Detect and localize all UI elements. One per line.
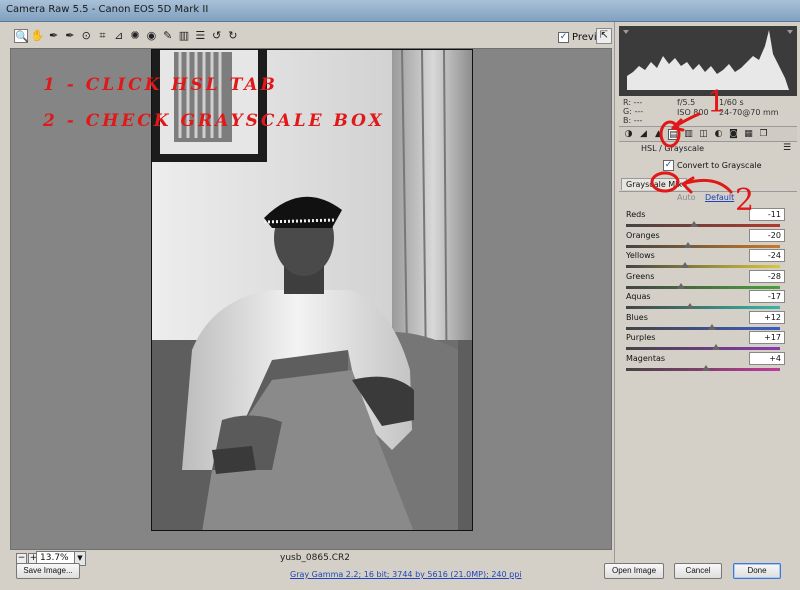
- color-sampler-tool[interactable]: ✒: [63, 29, 77, 43]
- slider-track[interactable]: [626, 265, 780, 268]
- exif-shutter: 1/60 s: [719, 98, 744, 107]
- readout-r: R: ---: [623, 98, 643, 107]
- spot-removal-tool[interactable]: ✺: [128, 29, 142, 43]
- readout-g: G: ---: [623, 107, 644, 116]
- annotation-step-1: 1 - CLICK HSL TAB: [43, 75, 278, 95]
- zoom-tool[interactable]: 🔍: [14, 29, 29, 43]
- slider-track[interactable]: [626, 285, 780, 289]
- convert-to-grayscale-checkbox[interactable]: ✓: [663, 160, 674, 171]
- slider-magentas: Magentas +4: [623, 351, 795, 374]
- detail-tab-icon[interactable]: ▲: [653, 129, 664, 140]
- slider-yellows: Yellows -24: [623, 249, 795, 271]
- slider-thumb[interactable]: [683, 241, 692, 248]
- slider-track[interactable]: [626, 326, 780, 330]
- slider-label: Purples: [626, 333, 656, 342]
- effects-tab-icon[interactable]: ◐: [713, 129, 724, 140]
- slider-track[interactable]: [626, 244, 780, 248]
- window-title: Camera Raw 5.5 - Canon EOS 5D Mark II: [6, 4, 209, 15]
- slider-label: Oranges: [626, 230, 660, 240]
- panel-tab-strip: ◑ ◢ ▲ ▤ ▥ ◫ ◐ ◙ ▦ ❐: [619, 126, 797, 142]
- image-canvas[interactable]: 1 - CLICK HSL TAB 2 - CHECK GRAYSCALE BO…: [10, 48, 612, 550]
- tone-curve-tab-icon[interactable]: ◢: [638, 129, 649, 140]
- slider-thumb[interactable]: [712, 344, 721, 350]
- slider-value-input[interactable]: +17: [749, 331, 785, 344]
- slider-value-input[interactable]: +12: [749, 310, 785, 324]
- slider-track[interactable]: [626, 224, 780, 227]
- camera-calibration-tab-icon[interactable]: ◙: [728, 129, 739, 140]
- slider-reds: Reds -11: [623, 208, 795, 230]
- slider-label: Aquas: [626, 292, 651, 301]
- zoom-level-value: 13.7%: [40, 553, 69, 563]
- preferences-tool[interactable]: ☰: [193, 29, 207, 43]
- snapshots-tab-icon[interactable]: ❐: [758, 129, 769, 140]
- targeted-adjustment-tool[interactable]: ⊙: [79, 29, 93, 43]
- slider-thumb[interactable]: [680, 262, 689, 268]
- presets-tab-icon[interactable]: ▦: [743, 129, 754, 140]
- slider-blues: Blues +12: [623, 310, 795, 333]
- convert-to-grayscale-label: Convert to Grayscale: [677, 161, 762, 170]
- slider-thumb[interactable]: [689, 221, 698, 227]
- exif-aperture: f/5.5: [677, 98, 696, 107]
- panel-menu-icon[interactable]: ☰: [783, 143, 791, 153]
- slider-thumb[interactable]: [708, 323, 717, 330]
- exif-iso: ISO 800: [677, 108, 709, 117]
- slider-value-input[interactable]: -28: [749, 269, 785, 283]
- workflow-options-link[interactable]: Gray Gamma 2.2; 16 bit; 3744 by 5616 (21…: [290, 570, 522, 579]
- slider-aquas: Aquas -17: [623, 290, 795, 312]
- slider-greens: Greens -28: [623, 269, 795, 292]
- slider-label: Greens: [626, 271, 655, 281]
- basic-tab-icon[interactable]: ◑: [623, 129, 634, 140]
- slider-value-input[interactable]: -17: [749, 290, 785, 303]
- white-balance-tool[interactable]: ✒: [47, 29, 61, 43]
- readout-b: B: ---: [623, 116, 643, 125]
- split-toning-tab-icon[interactable]: ▥: [683, 129, 694, 140]
- slider-label: Reds: [626, 210, 646, 219]
- auto-link[interactable]: Auto: [677, 193, 696, 202]
- exif-lens: 24-70@70 mm: [719, 108, 779, 117]
- toolbar: ✓ Preview ⇱ 🔍 ✋ ✒ ✒ ⊙ ⌗ ⊿ ✺ ◉ ✎ ▥ ☰ ↺ ↻: [10, 26, 612, 48]
- slider-thumb[interactable]: [685, 303, 694, 309]
- crop-tool[interactable]: ⌗: [96, 29, 110, 43]
- zoom-bar: − + 13.7% ▼ yusb_0865.CR2: [10, 550, 612, 570]
- preview-checkbox[interactable]: ✓: [558, 31, 569, 43]
- slider-value-input[interactable]: +4: [749, 351, 785, 365]
- slider-track[interactable]: [626, 306, 780, 309]
- slider-purples: Purples +17: [623, 331, 795, 353]
- slider-track[interactable]: [626, 347, 780, 350]
- adjustment-brush-tool[interactable]: ✎: [161, 29, 175, 43]
- histogram: [619, 26, 797, 96]
- cancel-button[interactable]: Cancel: [674, 563, 722, 579]
- slider-oranges: Oranges -20: [623, 228, 795, 251]
- title-bar: Camera Raw 5.5 - Canon EOS 5D Mark II: [0, 0, 800, 22]
- grayscale-mix-subtab-strip: Grayscale Mix: [619, 178, 797, 192]
- hand-tool[interactable]: ✋: [30, 29, 44, 43]
- file-name: yusb_0865.CR2: [280, 553, 350, 563]
- hsl-grayscale-tab-icon[interactable]: ▤: [668, 129, 679, 140]
- slider-label: Yellows: [626, 251, 655, 260]
- slider-label: Blues: [626, 312, 648, 322]
- open-image-button[interactable]: Open Image: [604, 563, 664, 579]
- default-link[interactable]: Default: [705, 193, 734, 202]
- slider-value-input[interactable]: -20: [749, 228, 785, 242]
- annotation-step-2: 2 - CHECK GRAYSCALE BOX: [43, 111, 385, 131]
- rotate-ccw-tool[interactable]: ↺: [210, 29, 224, 43]
- camera-raw-window: ✓ Preview ⇱ 🔍✋✒✒⊙⌗⊿✺◉✎▥☰↺↻: [0, 22, 800, 590]
- slider-value-input[interactable]: -11: [749, 208, 785, 221]
- done-button[interactable]: Done: [733, 563, 781, 579]
- slider-label: Magentas: [626, 353, 666, 363]
- save-image-button[interactable]: Save Image...: [16, 563, 80, 579]
- red-eye-tool[interactable]: ◉: [144, 29, 158, 43]
- slider-thumb[interactable]: [702, 364, 711, 371]
- panel-section-title: HSL / Grayscale: [641, 144, 705, 153]
- lens-corrections-tab-icon[interactable]: ◫: [698, 129, 709, 140]
- convert-to-grayscale-toggle[interactable]: ✓ Convert to Grayscale: [663, 160, 762, 171]
- fullscreen-button[interactable]: ⇱: [596, 28, 612, 44]
- slider-thumb[interactable]: [677, 282, 686, 289]
- graduated-filter-tool[interactable]: ▥: [177, 29, 191, 43]
- straighten-tool[interactable]: ⊿: [112, 29, 126, 43]
- adjustments-panel: R: --- G: --- B: --- f/5.5 1/60 s ISO 80…: [614, 22, 800, 570]
- tab-grayscale-mix[interactable]: Grayscale Mix: [621, 178, 688, 190]
- rotate-cw-tool[interactable]: ↻: [226, 29, 240, 43]
- slider-value-input[interactable]: -24: [749, 249, 785, 262]
